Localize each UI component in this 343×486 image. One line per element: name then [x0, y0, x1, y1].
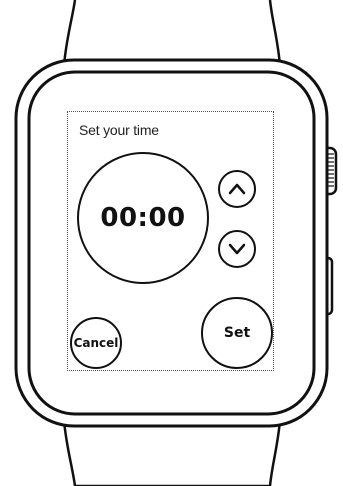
- time-value: 00:00: [100, 203, 186, 233]
- chevron-down-icon: [228, 243, 246, 255]
- increase-time-button[interactable]: [218, 170, 256, 208]
- chevron-up-icon: [228, 183, 246, 195]
- set-button-label: Set: [223, 325, 251, 341]
- screen-title: Set your time: [79, 122, 159, 138]
- cancel-button[interactable]: Cancel: [70, 317, 122, 369]
- watch-band-bottom: [62, 419, 282, 486]
- watch-screen: Set your time 00:00 Cancel Set: [67, 111, 274, 371]
- set-button[interactable]: Set: [201, 297, 273, 369]
- watch-band-top: [62, 0, 282, 68]
- cancel-button-label: Cancel: [73, 336, 119, 350]
- decrease-time-button[interactable]: [218, 230, 256, 268]
- time-dial[interactable]: 00:00: [77, 152, 209, 284]
